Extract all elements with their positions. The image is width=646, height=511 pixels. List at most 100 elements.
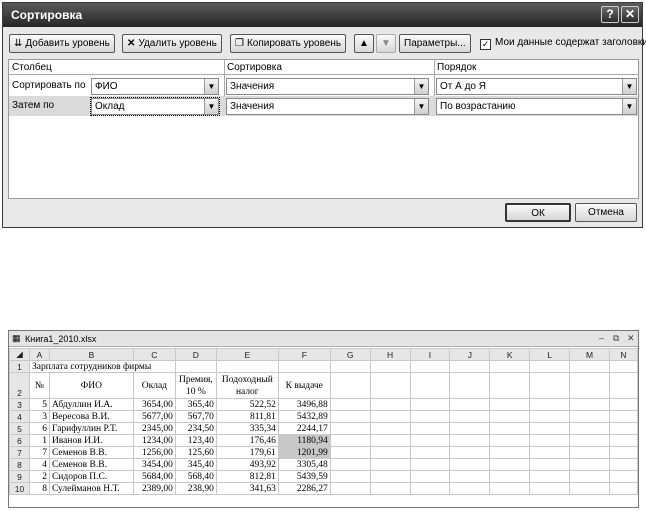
cell[interactable] (529, 372, 571, 399)
move-up-button[interactable]: ▲ (354, 34, 374, 53)
cell[interactable] (529, 446, 571, 459)
cell-fio[interactable]: Иванов И.И. (48, 434, 134, 447)
headers-checkbox[interactable]: ✓ Мои данные содержат заголовки (480, 37, 646, 50)
cell[interactable] (489, 482, 531, 495)
cell-salary[interactable]: 5684,00 (132, 470, 176, 483)
cell[interactable] (369, 446, 411, 459)
cell[interactable] (608, 422, 638, 435)
cell[interactable] (369, 372, 411, 399)
cell[interactable] (449, 360, 491, 373)
cell[interactable] (369, 422, 411, 435)
cell-salary[interactable]: 3454,00 (132, 458, 176, 471)
cell[interactable] (409, 372, 451, 399)
row-header[interactable]: 5 (9, 422, 30, 435)
cell[interactable] (329, 458, 371, 471)
cell[interactable] (409, 410, 451, 423)
cell[interactable] (608, 360, 638, 373)
cell[interactable] (529, 360, 571, 373)
cell[interactable] (449, 422, 491, 435)
cell-tax[interactable]: 812,81 (215, 470, 279, 483)
cell-bonus[interactable]: 345,40 (174, 458, 217, 471)
col-header[interactable]: K (489, 348, 531, 361)
header-cell-fio[interactable]: ФИО (48, 372, 134, 399)
cell[interactable] (409, 458, 451, 471)
cell[interactable] (489, 458, 531, 471)
cell[interactable] (449, 410, 491, 423)
cell[interactable] (409, 434, 451, 447)
cell[interactable] (449, 458, 491, 471)
cell[interactable] (608, 372, 638, 399)
chevron-down-icon[interactable]: ▼ (622, 79, 636, 94)
chevron-down-icon[interactable]: ▼ (414, 99, 428, 114)
cell[interactable] (569, 482, 610, 495)
col-header[interactable]: M (569, 348, 610, 361)
chevron-down-icon[interactable]: ▼ (414, 79, 428, 94)
cancel-button[interactable]: Отмена (575, 203, 637, 222)
cell-no[interactable]: 7 (28, 446, 50, 459)
cell[interactable] (329, 422, 371, 435)
cell[interactable] (569, 458, 610, 471)
sort-level-1-sort-on[interactable]: Значения ▼ (226, 78, 429, 95)
row-header[interactable]: 1 (9, 360, 30, 373)
cell[interactable] (569, 434, 610, 447)
sort-level-1-order[interactable]: От А до Я ▼ (436, 78, 637, 95)
cell-no[interactable]: 6 (28, 422, 50, 435)
header-cell-no[interactable]: № (28, 372, 50, 399)
cell[interactable] (329, 410, 371, 423)
cell[interactable] (569, 398, 610, 411)
col-header[interactable]: N (608, 348, 638, 361)
cell-pay[interactable]: 5432,89 (277, 410, 331, 423)
cell[interactable] (409, 470, 451, 483)
cell[interactable] (529, 398, 571, 411)
cell-pay[interactable]: 5439,59 (277, 470, 331, 483)
cell[interactable] (174, 360, 217, 373)
cell[interactable] (215, 360, 279, 373)
cell[interactable] (489, 470, 531, 483)
chevron-down-icon[interactable]: ▼ (204, 99, 218, 114)
cell-no[interactable]: 5 (28, 398, 50, 411)
sort-level-1-column[interactable]: ФИО ▼ (91, 78, 219, 95)
cell-bonus[interactable]: 125,60 (174, 446, 217, 459)
cell-bonus[interactable]: 123,40 (174, 434, 217, 447)
cell[interactable] (449, 398, 491, 411)
header-cell-bonus[interactable]: Премия, 10 % (174, 372, 217, 399)
cell-no[interactable]: 4 (28, 458, 50, 471)
col-header[interactable]: L (529, 348, 571, 361)
col-header[interactable]: A (28, 348, 50, 361)
cell-salary[interactable]: 2345,00 (132, 422, 176, 435)
col-header[interactable]: B (48, 348, 134, 361)
cell[interactable] (608, 398, 638, 411)
col-header[interactable]: D (174, 348, 217, 361)
cell[interactable] (569, 410, 610, 423)
cell[interactable] (529, 470, 571, 483)
cell-fio[interactable]: Сидоров П.С. (48, 470, 134, 483)
cell[interactable] (449, 470, 491, 483)
cell-tax[interactable]: 811,81 (215, 410, 279, 423)
cell-tax[interactable]: 522,52 (215, 398, 279, 411)
cell[interactable] (529, 482, 571, 495)
copy-level-button[interactable]: ❐ Копировать уровень (230, 34, 347, 53)
cell[interactable] (329, 398, 371, 411)
cell[interactable] (329, 446, 371, 459)
cell-tax[interactable]: 335,34 (215, 422, 279, 435)
cell-no[interactable]: 2 (28, 470, 50, 483)
cell[interactable] (329, 482, 371, 495)
cell-salary[interactable]: 1234,00 (132, 434, 176, 447)
cell-fio[interactable]: Сулейманов Н.Т. (48, 482, 134, 495)
cell[interactable] (369, 458, 411, 471)
add-level-button[interactable]: ⇊ Добавить уровень (9, 34, 115, 53)
cell[interactable] (608, 446, 638, 459)
restore-icon[interactable]: ⧉ (613, 333, 619, 344)
close-icon[interactable]: ✕ (627, 333, 635, 344)
cell[interactable] (529, 422, 571, 435)
close-icon[interactable]: ✕ (621, 6, 639, 23)
cell-pay[interactable]: 2286,27 (277, 482, 331, 495)
ok-button[interactable]: ОК (505, 203, 571, 222)
row-header[interactable]: 4 (9, 410, 30, 423)
row-header[interactable]: 2 (9, 372, 30, 399)
cell[interactable] (369, 410, 411, 423)
cell[interactable] (369, 398, 411, 411)
cell[interactable] (409, 446, 451, 459)
col-header[interactable]: H (369, 348, 411, 361)
cell-pay[interactable]: 3496,88 (277, 398, 331, 411)
